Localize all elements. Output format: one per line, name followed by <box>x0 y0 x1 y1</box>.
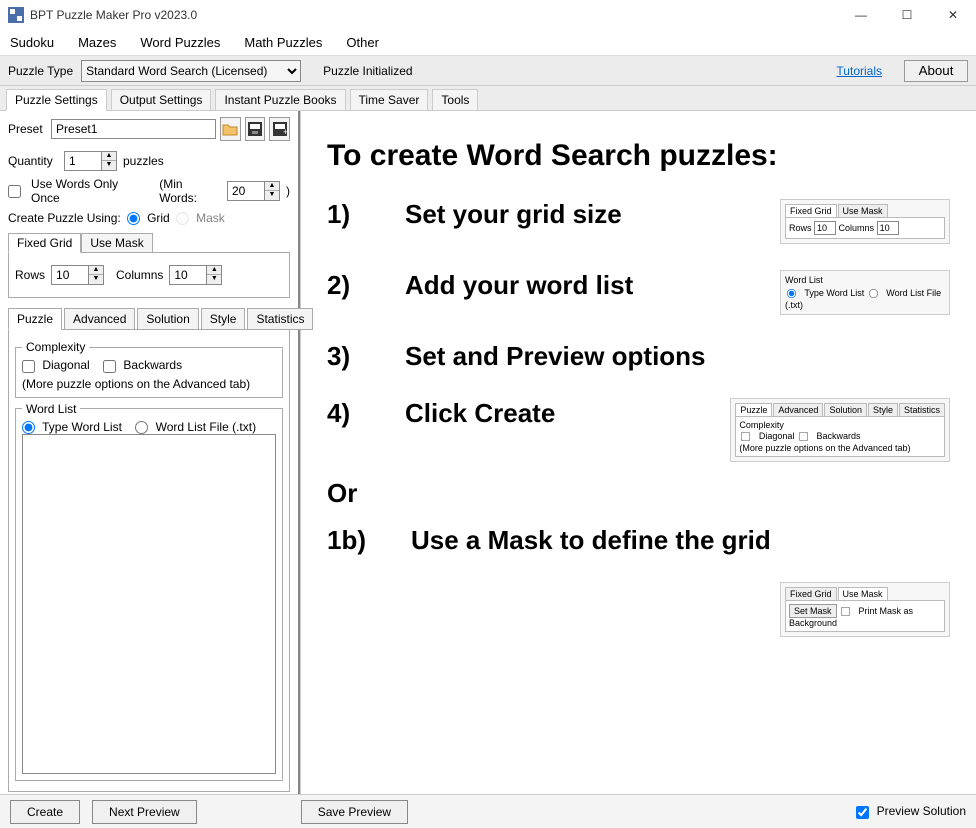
about-button[interactable]: About <box>904 60 968 82</box>
maximize-button[interactable]: ☐ <box>884 0 930 30</box>
open-preset-icon[interactable] <box>220 117 241 141</box>
step2-text: Add your word list <box>405 270 752 301</box>
puzzle-type-row: Puzzle Type Standard Word Search (Licens… <box>0 56 976 86</box>
menu-word-puzzles[interactable]: Word Puzzles <box>140 35 220 50</box>
tab-advanced[interactable]: Advanced <box>64 308 135 330</box>
tab-solution[interactable]: Solution <box>137 308 198 330</box>
step2-num: 2) <box>327 270 377 301</box>
bottom-bar: Create Next Preview Save Preview Preview… <box>0 794 976 828</box>
quantity-unit: puzzles <box>123 154 164 168</box>
rows-stepper[interactable]: ▲▼ <box>89 265 104 285</box>
rows-input[interactable] <box>51 265 89 285</box>
file-wordlist-radio[interactable]: Word List File (.txt) <box>135 420 256 434</box>
step4-num: 4) <box>327 398 377 429</box>
instructions-heading: To create Word Search puzzles: <box>327 139 950 173</box>
create-button[interactable]: Create <box>10 800 80 824</box>
tab-fixed-grid[interactable]: Fixed Grid <box>8 233 81 253</box>
save-preview-button[interactable]: Save Preview <box>301 800 408 824</box>
save-preset-icon[interactable] <box>245 117 266 141</box>
create-grid-radio[interactable]: Grid <box>127 211 170 225</box>
diagonal-checkbox[interactable]: Diagonal <box>22 358 90 372</box>
close-button[interactable]: ✕ <box>930 0 976 30</box>
min-words-close: ) <box>286 184 290 198</box>
or-text: Or <box>327 478 950 509</box>
app-icon <box>8 7 24 23</box>
step2-thumb: Word List Type Word List Word List File … <box>780 270 950 315</box>
tab-instant-books[interactable]: Instant Puzzle Books <box>215 89 345 110</box>
min-words-stepper[interactable]: ▲▼ <box>265 181 280 201</box>
puzzle-type-label: Puzzle Type <box>8 64 73 78</box>
tab-tools[interactable]: Tools <box>432 89 478 110</box>
preset-input[interactable] <box>51 119 216 139</box>
next-preview-button[interactable]: Next Preview <box>92 800 197 824</box>
wordlist-textarea[interactable] <box>22 434 276 774</box>
create-mask-radio[interactable]: Mask <box>176 211 225 225</box>
window-title: BPT Puzzle Maker Pro v2023.0 <box>30 8 838 22</box>
preview-panel: To create Word Search puzzles: 1) Set yo… <box>300 111 976 794</box>
tab-puzzle-settings[interactable]: Puzzle Settings <box>6 89 107 111</box>
backwards-checkbox[interactable]: Backwards <box>103 358 182 372</box>
minimize-button[interactable]: — <box>838 0 884 30</box>
preset-label: Preset <box>8 122 47 136</box>
tab-puzzle[interactable]: Puzzle <box>8 308 62 330</box>
quantity-label: Quantity <box>8 154 58 168</box>
puzzle-type-select[interactable]: Standard Word Search (Licensed) <box>81 60 301 82</box>
columns-label: Columns <box>116 268 163 282</box>
settings-tabs: Puzzle Settings Output Settings Instant … <box>0 86 976 110</box>
wordlist-legend: Word List <box>22 402 80 416</box>
step3-text: Set and Preview options <box>405 341 752 372</box>
tab-style[interactable]: Style <box>201 308 246 330</box>
tab-time-saver[interactable]: Time Saver <box>350 89 429 110</box>
step1-num: 1) <box>327 199 377 230</box>
svg-text:+: + <box>283 127 287 136</box>
preview-solution-checkbox[interactable]: Preview Solution <box>856 804 966 818</box>
step4-thumb: Puzzle Advanced Solution Style Statistic… <box>730 398 950 462</box>
use-words-once-label: Use Words Only Once <box>31 177 145 205</box>
complexity-group: Complexity Diagonal Backwards (More puzz… <box>15 340 283 397</box>
columns-stepper[interactable]: ▲▼ <box>207 265 222 285</box>
menu-bar: Sudoku Mazes Word Puzzles Math Puzzles O… <box>0 30 976 56</box>
left-panel: Preset + Quantity ▲▼ puzzles Use Words O… <box>0 111 300 794</box>
step1-text: Set your grid size <box>405 199 752 230</box>
columns-input[interactable] <box>169 265 207 285</box>
step1b-text: Use a Mask to define the grid <box>411 525 950 556</box>
puzzle-status: Puzzle Initialized <box>323 64 412 78</box>
type-wordlist-radio[interactable]: Type Word List <box>22 420 122 434</box>
menu-other[interactable]: Other <box>346 35 379 50</box>
step1b-num: 1b) <box>327 525 383 556</box>
tutorials-link[interactable]: Tutorials <box>836 64 882 78</box>
step3-num: 3) <box>327 341 377 372</box>
title-bar: BPT Puzzle Maker Pro v2023.0 — ☐ ✕ <box>0 0 976 30</box>
rows-label: Rows <box>15 268 45 282</box>
step4-text: Click Create <box>405 398 702 429</box>
use-words-once-checkbox[interactable] <box>8 185 21 198</box>
quantity-input[interactable] <box>64 151 102 171</box>
step1b-thumb: Fixed GridUse Mask Set Mask Print Mask a… <box>780 582 950 637</box>
tab-statistics[interactable]: Statistics <box>247 308 313 330</box>
quantity-stepper[interactable]: ▲▼ <box>102 151 117 171</box>
complexity-note: (More puzzle options on the Advanced tab… <box>22 377 276 391</box>
create-using-label: Create Puzzle Using: <box>8 211 121 225</box>
save-as-preset-icon[interactable]: + <box>269 117 290 141</box>
wordlist-group: Word List Type Word List Word List File … <box>15 402 283 781</box>
min-words-input[interactable] <box>227 181 265 201</box>
menu-sudoku[interactable]: Sudoku <box>10 35 54 50</box>
tab-use-mask[interactable]: Use Mask <box>81 233 152 253</box>
min-words-label: (Min Words: <box>159 177 221 205</box>
tab-output-settings[interactable]: Output Settings <box>111 89 212 110</box>
complexity-legend: Complexity <box>22 340 89 354</box>
menu-mazes[interactable]: Mazes <box>78 35 116 50</box>
step1-thumb: Fixed GridUse Mask Rows Columns <box>780 199 950 244</box>
menu-math-puzzles[interactable]: Math Puzzles <box>244 35 322 50</box>
